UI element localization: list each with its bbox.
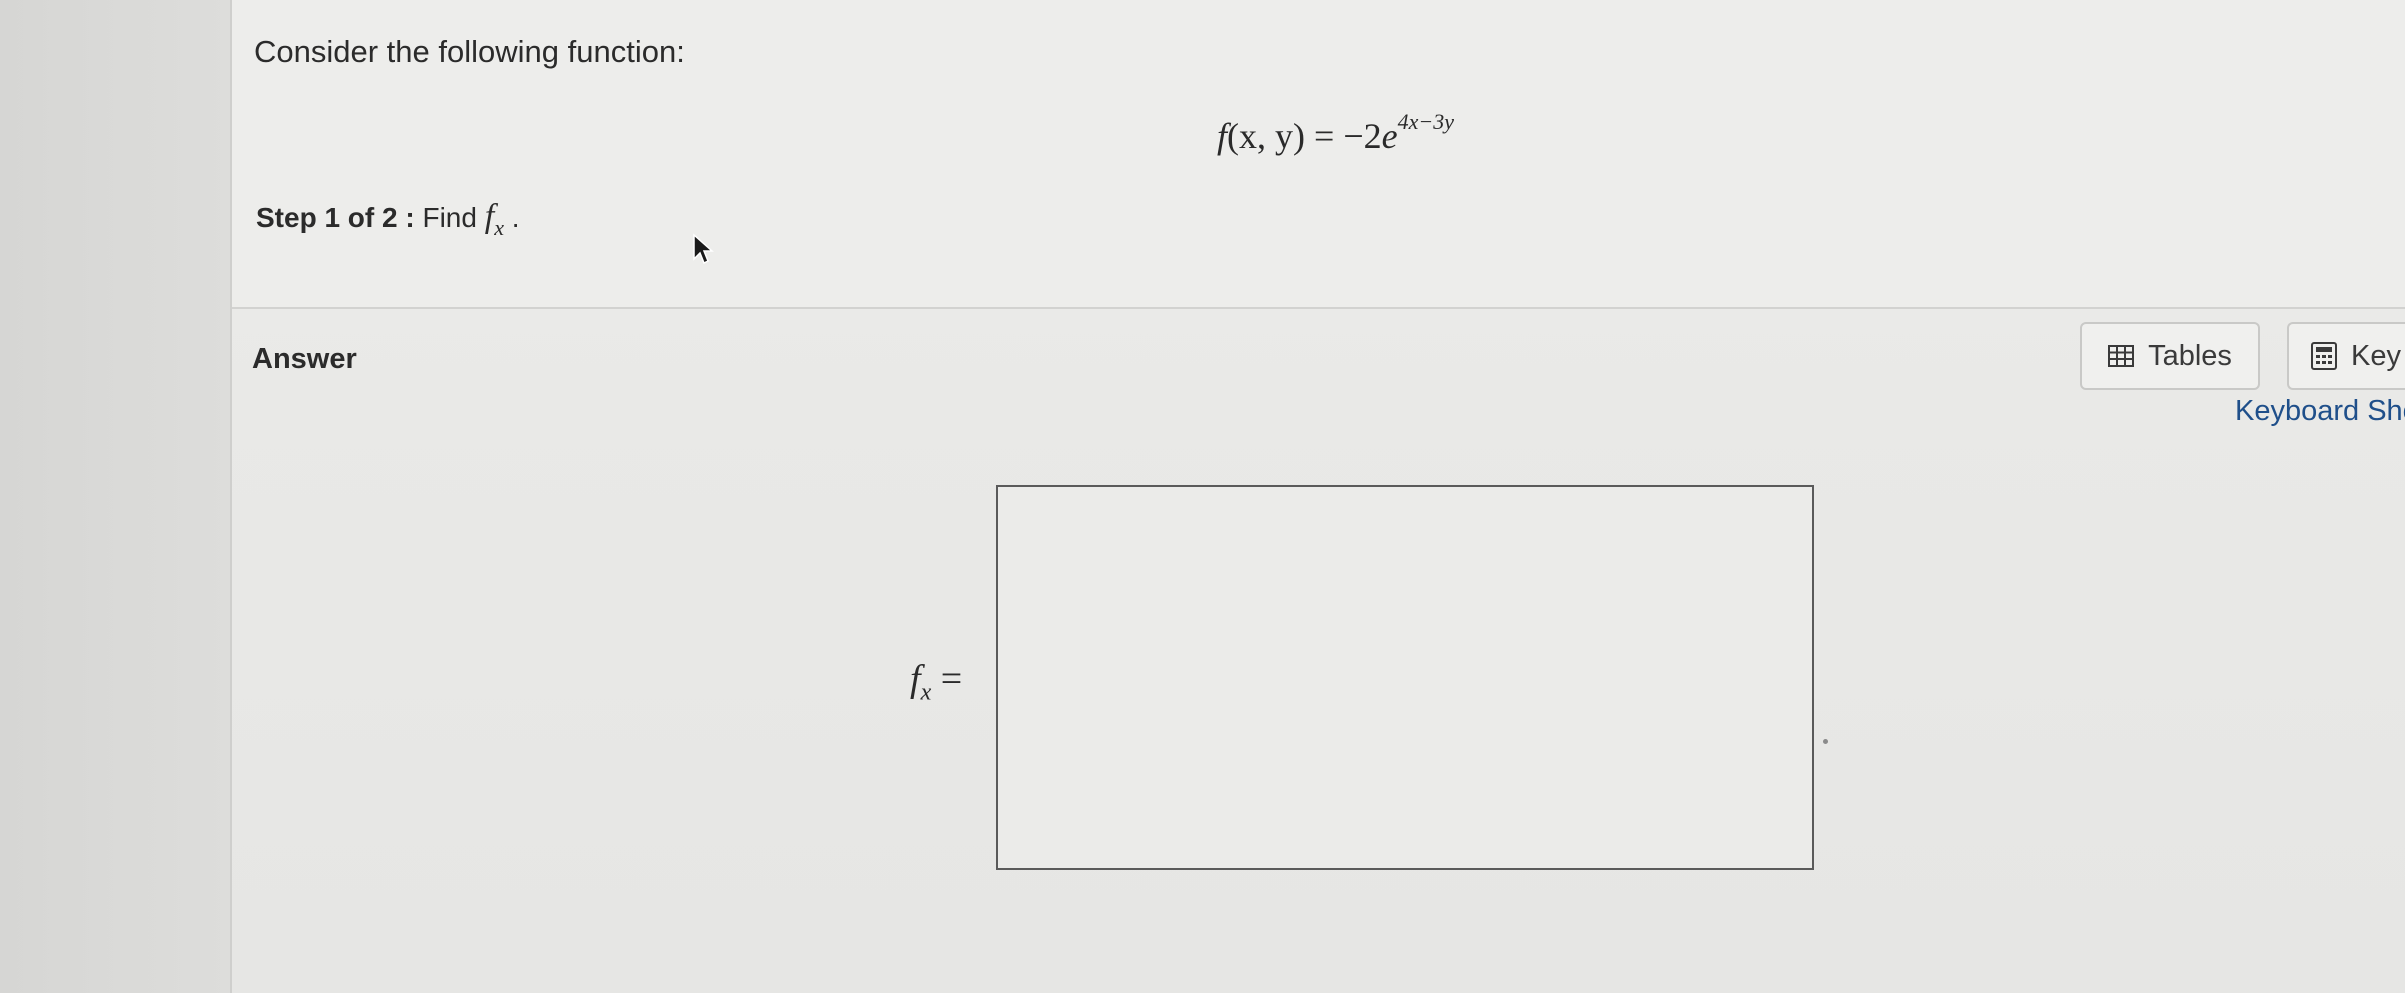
keyboard-shortcuts-link[interactable]: Keyboard Sho [2235, 395, 2405, 428]
left-gutter [0, 0, 230, 993]
step-target-var: fx [484, 198, 504, 240]
keypad-button-label: Key [2351, 339, 2401, 372]
formula-exponent: 4x−3y [1397, 109, 1454, 134]
formula-arguments: (x, y) [1227, 116, 1305, 156]
question-panel: Consider the following function: f(x, y)… [232, 0, 2405, 309]
formula-function-name: f [1217, 116, 1228, 156]
tables-button[interactable]: Tables [2080, 322, 2260, 390]
answer-input-box[interactable] [996, 485, 1814, 870]
formula-base: e [1381, 116, 1398, 156]
question-prompt: Consider the following function: [254, 34, 685, 69]
answer-fx-label: fx = [910, 658, 963, 706]
function-formula: f(x, y) = −2e4x−3y [1217, 109, 1454, 157]
step-instruction: Step 1 of 2 : Find fx . [256, 198, 520, 241]
resize-dot [1823, 739, 1828, 744]
keypad-button[interactable]: Key [2287, 322, 2405, 390]
step-period: . [511, 202, 520, 233]
main-content: Consider the following function: f(x, y)… [232, 0, 2405, 993]
table-grid-icon [2108, 345, 2135, 367]
step-label: Step 1 of 2 : [256, 202, 415, 233]
formula-coefficient: −2 [1343, 116, 1382, 156]
formula-equals: = [1314, 116, 1335, 156]
step-find-text: Find [422, 202, 477, 233]
calculator-icon [2311, 342, 2337, 370]
tables-button-label: Tables [2148, 339, 2232, 372]
mouse-pointer-icon [693, 233, 714, 265]
answer-label: Answer [252, 343, 357, 375]
